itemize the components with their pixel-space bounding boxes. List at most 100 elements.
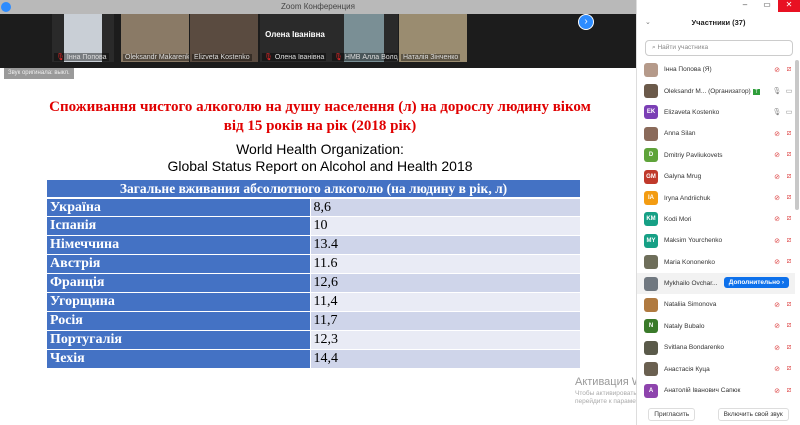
avatar: MY <box>644 233 658 248</box>
table-header: Загальне вживания абсолютного алкоголю (… <box>47 180 580 199</box>
participant-row[interactable]: MY Maksim Yourchenko ⊘ ⧄ <box>637 230 795 251</box>
avatar: D <box>644 148 658 163</box>
participant-name: Анастасія Куца <box>664 365 710 373</box>
participant-row[interactable]: Svitlana Bondarenko ⊘ ⧄ <box>637 337 795 358</box>
camera-off-icon: ⧄ <box>786 343 792 351</box>
table-row: Франція 12,6 <box>47 273 580 293</box>
mic-muted-icon: ⊘ <box>774 344 780 352</box>
slide-source-line2: Global Status Report on Alcohol and Heal… <box>167 158 473 174</box>
avatar: EK <box>644 105 658 120</box>
participant-name: Anna Silan <box>664 130 696 138</box>
avatar <box>644 84 658 99</box>
country-cell: Австрія <box>47 254 311 275</box>
participant-name: Galyna Mrug <box>664 173 702 181</box>
video-name-label: Наталія Зінченко <box>401 54 461 61</box>
participant-row[interactable]: EK Elizaveta Kostenko 🎙 ▭ <box>637 102 795 123</box>
video-tile[interactable]: Elizveta Kostenko <box>190 14 258 62</box>
table-row: Іспанія 10 <box>47 216 580 237</box>
participant-name: Elizveta Kostenko <box>194 54 250 61</box>
invite-button[interactable]: Пригласить <box>648 408 696 421</box>
video-name-label: 🎙НМВ Алла Володимир... <box>332 53 398 61</box>
mic-muted-icon: ⊘ <box>774 152 780 160</box>
maximize-button[interactable]: ▭ <box>756 0 778 12</box>
camera-off-icon: ⧄ <box>786 386 792 394</box>
value-cell: 14,4 <box>310 349 580 369</box>
mic-muted-icon: ⊘ <box>774 173 780 181</box>
participant-name: Анатолій Іванович Сапюк <box>664 387 741 395</box>
participant-row[interactable]: Nataliia Simonova ⊘ ⧄ <box>637 294 795 315</box>
avatar: N <box>644 319 658 334</box>
value-cell: 12,6 <box>310 273 580 293</box>
mic-icon: 🎙 <box>772 88 782 96</box>
table-row: Португалія 12,3 <box>47 330 580 350</box>
participant-search-input[interactable]: ⌕ Найти участника <box>645 40 793 56</box>
participant-row[interactable]: Mykhailo Ovchar... Дополнительно › <box>637 272 795 295</box>
muted-mic-icon: 🎙 <box>264 54 273 61</box>
more-button[interactable]: Дополнительно › <box>723 276 789 288</box>
close-button[interactable]: ✕ <box>778 0 800 12</box>
country-cell: Іспанія <box>47 216 311 237</box>
slide-title: Споживання чистого алкоголю на душу насе… <box>49 99 591 134</box>
participant-name: Maria Kononenko <box>664 258 715 266</box>
minimize-button[interactable]: – <box>734 0 756 12</box>
participant-row[interactable]: A Анатолій Іванович Сапюк ⊘ ⧄ <box>637 380 795 401</box>
video-tile[interactable]: 🎙НМВ Алла Володимир... <box>330 14 398 62</box>
mic-muted-icon: ⊘ <box>774 387 780 395</box>
country-cell: Росія <box>47 311 311 331</box>
participant-row[interactable]: Oleksandr M... (Организатор) T 🎙 ▭ <box>637 80 795 101</box>
video-tile[interactable]: Наталія Зінченко <box>399 14 467 62</box>
camera-off-icon: ⧄ <box>786 194 792 202</box>
table-row: Україна 8,6 <box>47 198 580 218</box>
camera-off-icon: ⧄ <box>786 215 792 223</box>
participant-row[interactable]: KM Kodi Mori ⊘ ⧄ <box>637 209 795 230</box>
avatar <box>644 297 658 312</box>
participant-row[interactable]: Anna Silan ⊘ ⧄ <box>637 123 795 144</box>
participant-name: Dmitriy Pavliukovets <box>664 151 723 159</box>
participant-name: Інна Попова (Я) <box>664 66 712 74</box>
participant-row[interactable]: IA Iryna Andriichuk ⊘ ⧄ <box>637 187 795 208</box>
mic-muted-icon: ⊘ <box>774 66 780 74</box>
avatar <box>644 276 658 291</box>
country-cell: Німеччина <box>47 235 311 256</box>
participant-list: Інна Попова (Я) ⊘ ⧄ Oleksandr M... (Организ… <box>637 59 795 401</box>
country-cell: Чехія <box>47 349 311 369</box>
table-row: Чехія 14,4 <box>47 349 580 369</box>
participant-row[interactable]: Анастасія Куца ⊘ ⧄ <box>637 358 795 379</box>
participant-row[interactable]: N Nataly Bubalo ⊘ ⧄ <box>637 316 795 337</box>
video-tile[interactable]: 🎙 Інна Попова <box>52 14 114 62</box>
scrollbar[interactable] <box>795 60 799 210</box>
participant-row[interactable]: D Dmitriy Pavliukovets ⊘ ⧄ <box>637 145 795 166</box>
table-row: Росія 11,7 <box>47 311 580 331</box>
display-name: Олена Іванівна <box>265 30 325 39</box>
window-controls: – ▭ ✕ <box>734 0 800 12</box>
window-titlebar: Zoom Конференция <box>0 0 636 14</box>
table-row: Австрія 11.6 <box>47 254 580 275</box>
country-cell: Франція <box>47 273 311 293</box>
next-page-button[interactable]: › <box>578 14 594 30</box>
value-cell: 10 <box>310 216 580 237</box>
participant-row[interactable]: Інна Попова (Я) ⊘ ⧄ <box>637 59 795 80</box>
mic-muted-icon: ⊘ <box>774 259 780 267</box>
camera-off-icon: ⧄ <box>786 322 792 330</box>
alcohol-table: Загальне вживания абсолютного алкоголю (… <box>47 180 580 369</box>
video-strip: 🎙 Інна Попова Oleksandr Makarenko Elizveta … <box>0 14 636 68</box>
camera-off-icon: ⧄ <box>786 151 792 159</box>
value-cell: 11,7 <box>310 311 580 331</box>
original-audio-button[interactable]: Звук оригинала: выкл. <box>4 68 74 79</box>
country-cell: Угорщина <box>47 292 311 312</box>
avatar <box>644 62 658 77</box>
participant-row[interactable]: GM Galyna Mrug ⊘ ⧄ <box>637 166 795 187</box>
camera-icon: ▭ <box>785 88 793 96</box>
avatar <box>644 340 658 355</box>
video-name-label: 🎙 Інна Попова <box>54 53 109 61</box>
mic-muted-icon: ⊘ <box>774 130 780 138</box>
participant-name: Oleksandr Makarenko <box>125 54 189 61</box>
camera-off-icon: ⧄ <box>786 172 792 180</box>
participant-row[interactable]: Maria Kononenko ⊘ ⧄ <box>637 252 795 273</box>
unmute-button[interactable]: Включить свой звук <box>717 408 789 421</box>
video-tile[interactable]: Oleksandr Makarenko <box>121 14 189 62</box>
avatar: IA <box>644 191 658 206</box>
participant-name: Elizaveta Kostenko <box>664 108 720 116</box>
video-tile[interactable]: Олена Іванівна 🎙 Олена Іванівна <box>260 14 330 62</box>
mic-muted-icon: ⊘ <box>774 366 780 374</box>
